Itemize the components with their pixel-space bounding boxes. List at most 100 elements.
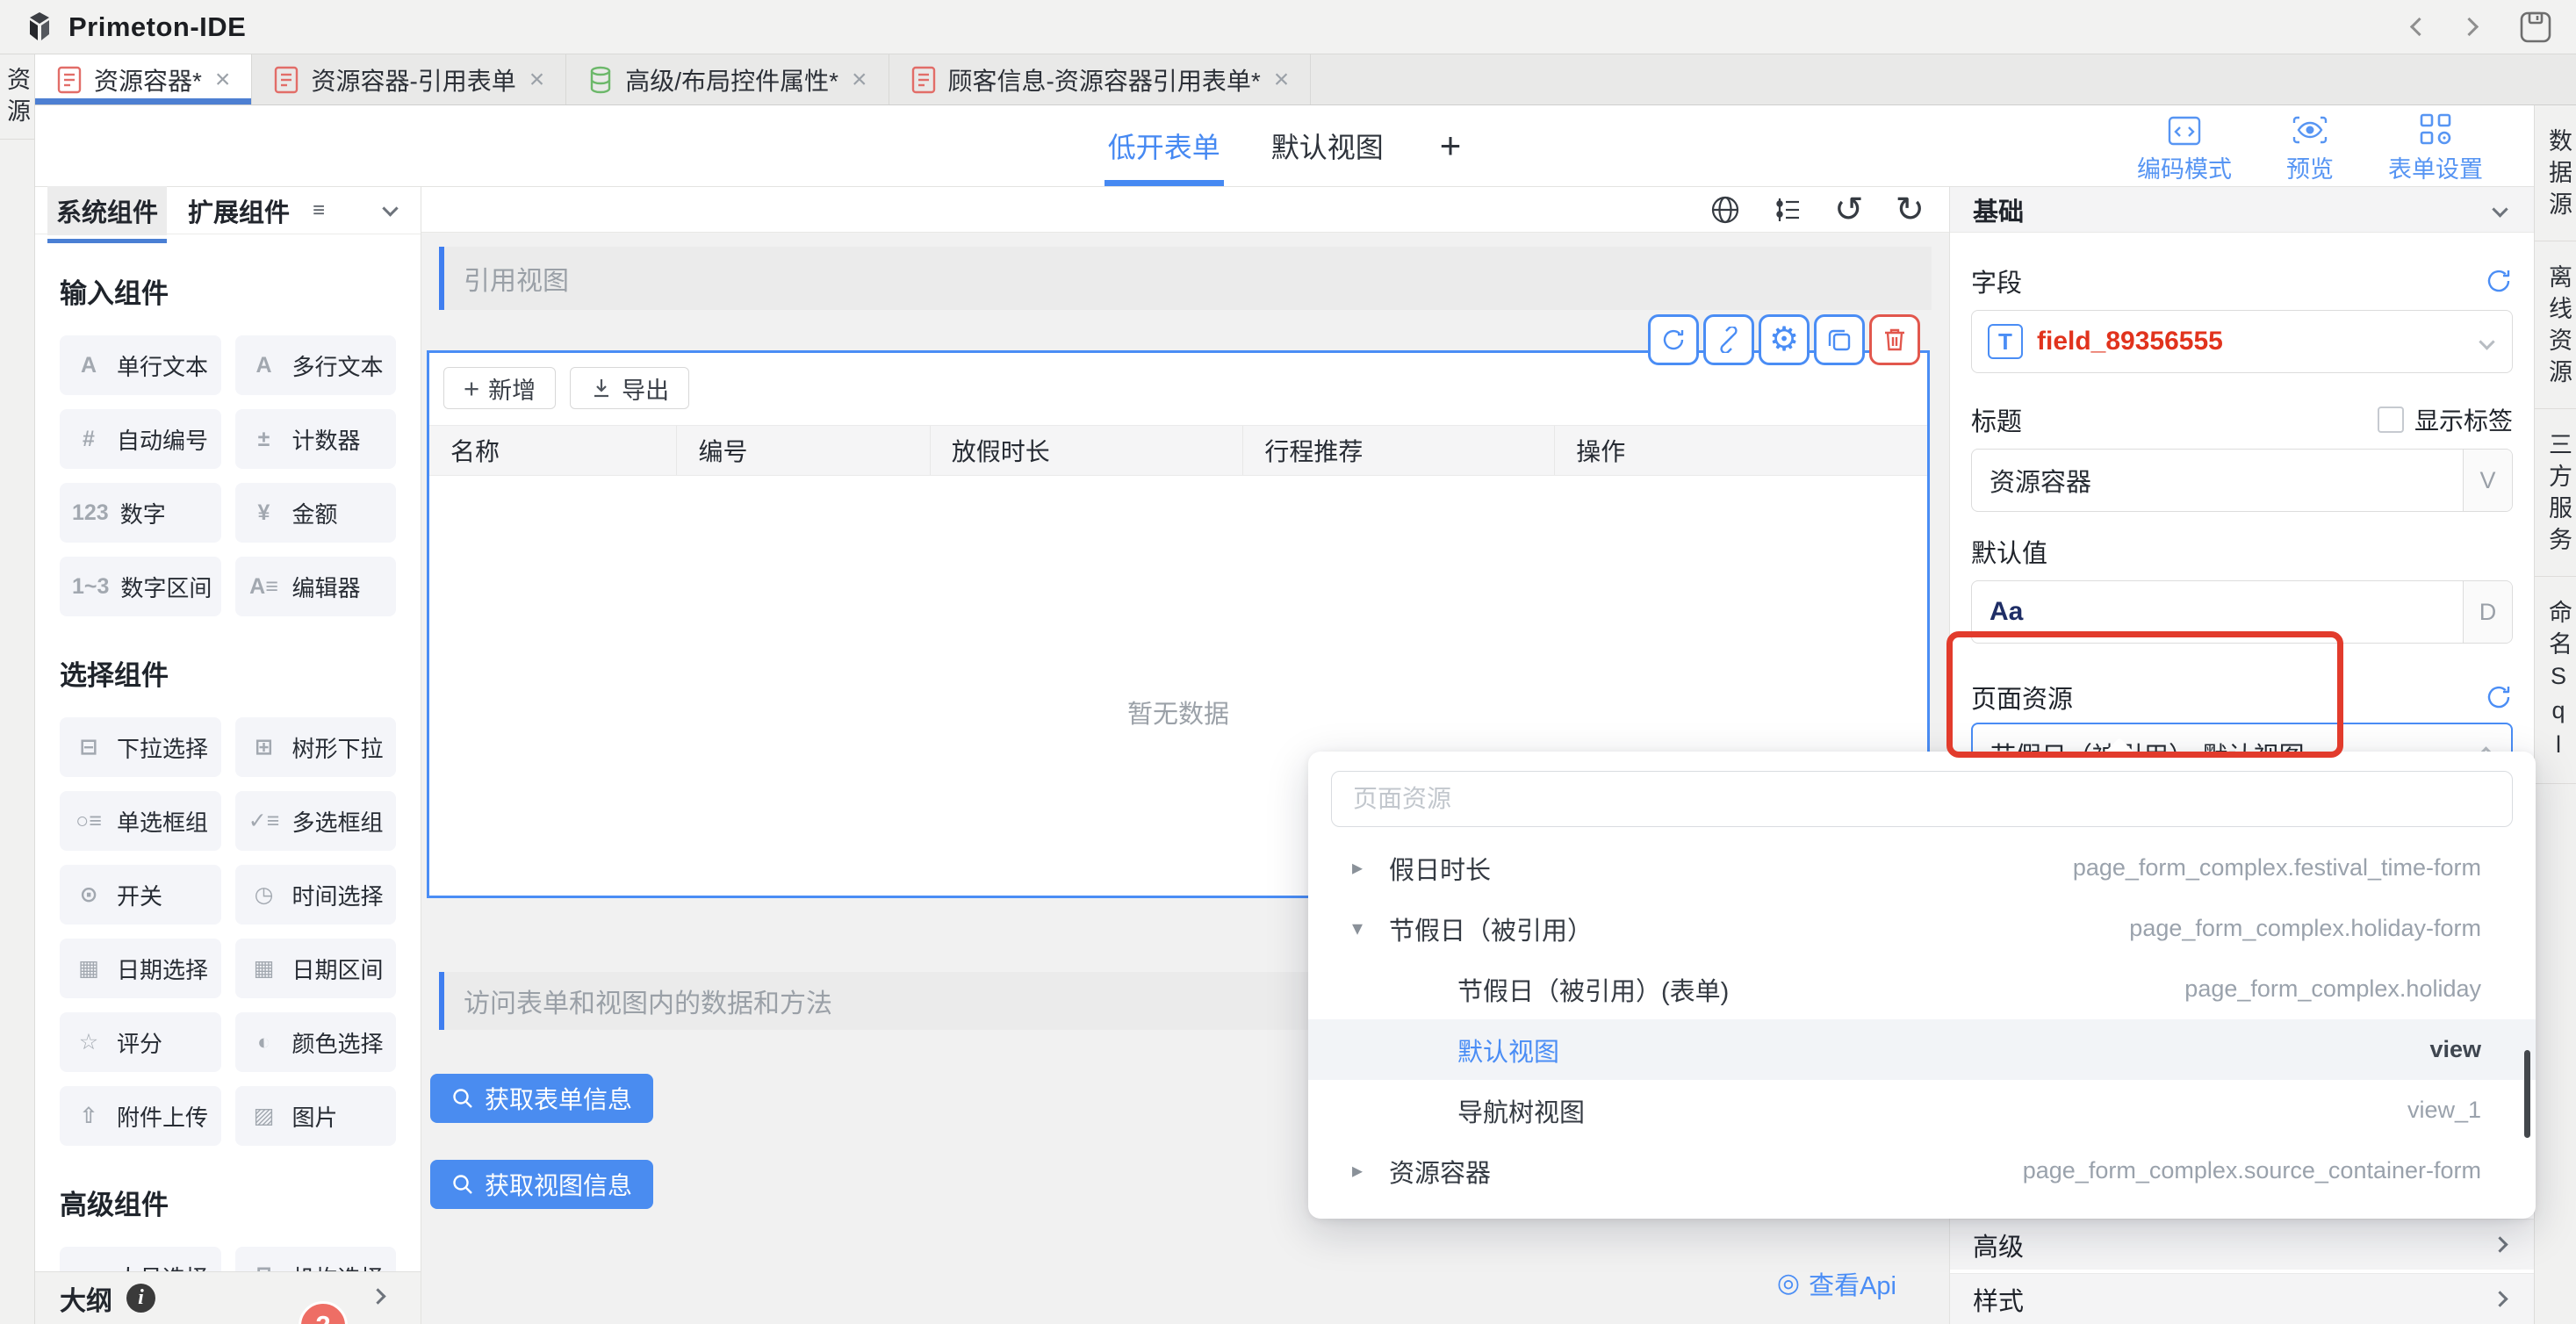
settings-component-button[interactable]: ⚙ [1759, 314, 1810, 365]
field-label: 字段 [1971, 263, 2022, 299]
column-header-actions[interactable]: 操作 [1554, 426, 1927, 475]
right-rail-item-third-party[interactable]: 三方服务 [2535, 409, 2576, 577]
editor-tab-ref-form[interactable]: 资源容器-引用表单 × [252, 54, 566, 104]
resource-option-source-container[interactable]: ▸ 资源容器 page_form_complex.source_containe… [1308, 1141, 2536, 1201]
palette-item-date-range[interactable]: ▦日期区间 [235, 939, 397, 998]
view-api-link[interactable]: ◎ 查看Api [1777, 1265, 1896, 1302]
tab-extension-components[interactable]: 扩展组件 [179, 186, 299, 235]
editor-tab-source-container[interactable]: 资源容器* × [35, 54, 252, 104]
left-rail-item-resource[interactable]: 资源 [0, 54, 34, 140]
column-header-number[interactable]: 编号 [676, 426, 929, 475]
right-rail-item-datasource[interactable]: 数据源 [2535, 105, 2576, 241]
redo-icon[interactable]: ↻ [1895, 192, 1925, 227]
style-section-header[interactable]: 样式 [1950, 1273, 2534, 1324]
palette-item-time-picker[interactable]: ◷时间选择 [235, 865, 397, 925]
preview-button[interactable]: 预览 [2286, 112, 2334, 184]
editor-tab-layout-props[interactable]: 高级/布局控件属性* × [566, 54, 889, 104]
column-header-trip-recommendation[interactable]: 行程推荐 [1242, 426, 1554, 475]
close-icon[interactable]: × [852, 65, 867, 95]
tab-lowcode-form[interactable]: 低开表单 [1108, 105, 1220, 186]
palette-item-multi-text[interactable]: A多行文本 [235, 335, 397, 395]
title-variable-button[interactable]: V [2463, 450, 2512, 511]
title-input[interactable]: 资源容器 V [1971, 449, 2513, 512]
palette-item-number[interactable]: 123数字 [60, 483, 221, 543]
right-rail-item-offline-resource[interactable]: 离线资源 [2535, 241, 2576, 409]
close-icon[interactable]: × [1274, 65, 1290, 95]
tab-default-view[interactable]: 默认视图 [1271, 105, 1384, 186]
close-icon[interactable]: × [529, 65, 545, 95]
globe-icon[interactable] [1709, 194, 1741, 226]
column-header-holiday-duration[interactable]: 放假时长 [930, 426, 1243, 475]
refresh-field-icon[interactable] [2485, 267, 2513, 295]
tab-system-components[interactable]: 系统组件 [47, 186, 167, 235]
resource-option-nav-tree-view[interactable]: 导航树视图 view_1 [1308, 1080, 2536, 1141]
palette-item-switch[interactable]: ⊙开关 [60, 865, 221, 925]
delete-component-button[interactable] [1869, 314, 1920, 365]
get-form-info-button[interactable]: 获取表单信息 [430, 1074, 653, 1123]
outline-expand-button[interactable] [372, 1291, 384, 1306]
palette-item-checkbox-group[interactable]: ✓≡多选框组 [235, 791, 397, 851]
code-mode-button[interactable]: 编码模式 [2137, 112, 2232, 184]
palette-item-single-text[interactable]: A单行文本 [60, 335, 221, 395]
get-view-info-button[interactable]: 获取视图信息 [430, 1160, 653, 1209]
palette-item-image[interactable]: ▨图片 [235, 1086, 397, 1146]
add-row-button[interactable]: + 新增 [443, 367, 556, 409]
caret-right-icon[interactable]: ▸ [1352, 855, 1375, 881]
palette-item-person-select[interactable]: ○人员选择 [60, 1247, 221, 1271]
caret-down-icon[interactable]: ▾ [1352, 916, 1375, 941]
forward-icon[interactable] [2460, 18, 2479, 36]
undo-icon[interactable]: ↺ [1834, 192, 1864, 227]
close-icon[interactable]: × [215, 65, 231, 95]
top-actions: 编码模式 预览 表单设置 [2137, 112, 2483, 184]
right-rail-item-named-sql[interactable]: 命名Sql [2535, 577, 2576, 784]
palette-item-label: 日期选择 [117, 953, 208, 985]
editor-tab-customer-info[interactable]: 顾客信息-资源容器引用表单* × [889, 54, 1312, 104]
palette-item-editor[interactable]: A≡编辑器 [235, 557, 397, 616]
caret-right-icon[interactable]: ▸ [1352, 1158, 1375, 1184]
palette-item-org-select[interactable]: 品机构选择 [235, 1247, 397, 1271]
form-settings-button[interactable]: 表单设置 [2388, 112, 2483, 184]
default-value-input[interactable]: Aa D [1971, 580, 2513, 644]
default-dynamic-button[interactable]: D [2463, 581, 2512, 643]
column-header-name[interactable]: 名称 [429, 426, 676, 475]
advanced-section-header[interactable]: 高级 [1950, 1219, 2534, 1270]
palette-menu-icon[interactable]: ≡ [313, 198, 325, 223]
palette-item-dropdown[interactable]: ⊟下拉选择 [60, 717, 221, 777]
dropdown-scrollbar[interactable] [2524, 1050, 2530, 1138]
show-label-checkbox[interactable] [2378, 407, 2404, 433]
save-icon[interactable] [2518, 10, 2553, 45]
basic-section-header[interactable]: 基础 [1950, 187, 2534, 233]
palette-item-attachment-upload[interactable]: ⇧附件上传 [60, 1086, 221, 1146]
palette-item-rating[interactable]: ☆评分 [60, 1012, 221, 1072]
add-view-tab-button[interactable]: + [1440, 125, 1462, 167]
back-icon[interactable] [2410, 18, 2428, 36]
palette-item-counter[interactable]: ±计数器 [235, 409, 397, 469]
field-select[interactable]: T field_89356555 [1971, 310, 2513, 373]
reference-view-header[interactable]: 引用视图 [439, 247, 1932, 310]
palette-item-date-picker[interactable]: ▦日期选择 [60, 939, 221, 998]
copy-component-button[interactable] [1814, 314, 1865, 365]
palette-item-number-range[interactable]: 1~3数字区间 [60, 557, 221, 616]
refresh-resource-icon[interactable] [2485, 683, 2513, 711]
outline-footer[interactable]: 大纲 i 2 [35, 1271, 421, 1324]
tree-list-icon[interactable] [1773, 195, 1802, 225]
inspector-collapsed-sections: 高级 样式 [1950, 1219, 2534, 1324]
resource-option-holiday-form-entry[interactable]: 节假日（被引用）(表单) page_form_complex.holiday [1308, 959, 2536, 1019]
palette-item-amount[interactable]: ¥金额 [235, 483, 397, 543]
resource-option-festival-time[interactable]: ▸ 假日时长 page_form_complex.festival_time-f… [1308, 838, 2536, 898]
export-button[interactable]: 导出 [570, 367, 689, 409]
title-bar: Primeton-IDE [0, 0, 2576, 54]
palette-item-tree-dropdown[interactable]: ⊞树形下拉 [235, 717, 397, 777]
resource-option-code: page_form_complex.festival_time-form [2073, 854, 2481, 881]
resource-option-holiday-form[interactable]: ▾ 节假日（被引用） page_form_complex.holiday-for… [1308, 898, 2536, 959]
link-component-button[interactable] [1703, 314, 1754, 365]
palette-item-auto-number[interactable]: #自动编号 [60, 409, 221, 469]
palette-item-color-picker[interactable]: ◐颜色选择 [235, 1012, 397, 1072]
palette-item-radio-group[interactable]: ○≡单选框组 [60, 791, 221, 851]
resource-search-input[interactable] [1331, 771, 2513, 827]
palette-scroll-area[interactable]: 输入组件 A单行文本 A多行文本 #自动编号 ±计数器 123数字 ¥金额 1~… [35, 234, 421, 1271]
resource-option-default-view[interactable]: 默认视图 view [1308, 1019, 2536, 1080]
refresh-component-button[interactable] [1648, 314, 1699, 365]
clock-icon: ◷ [248, 881, 281, 908]
palette-collapse-button[interactable] [385, 203, 396, 219]
